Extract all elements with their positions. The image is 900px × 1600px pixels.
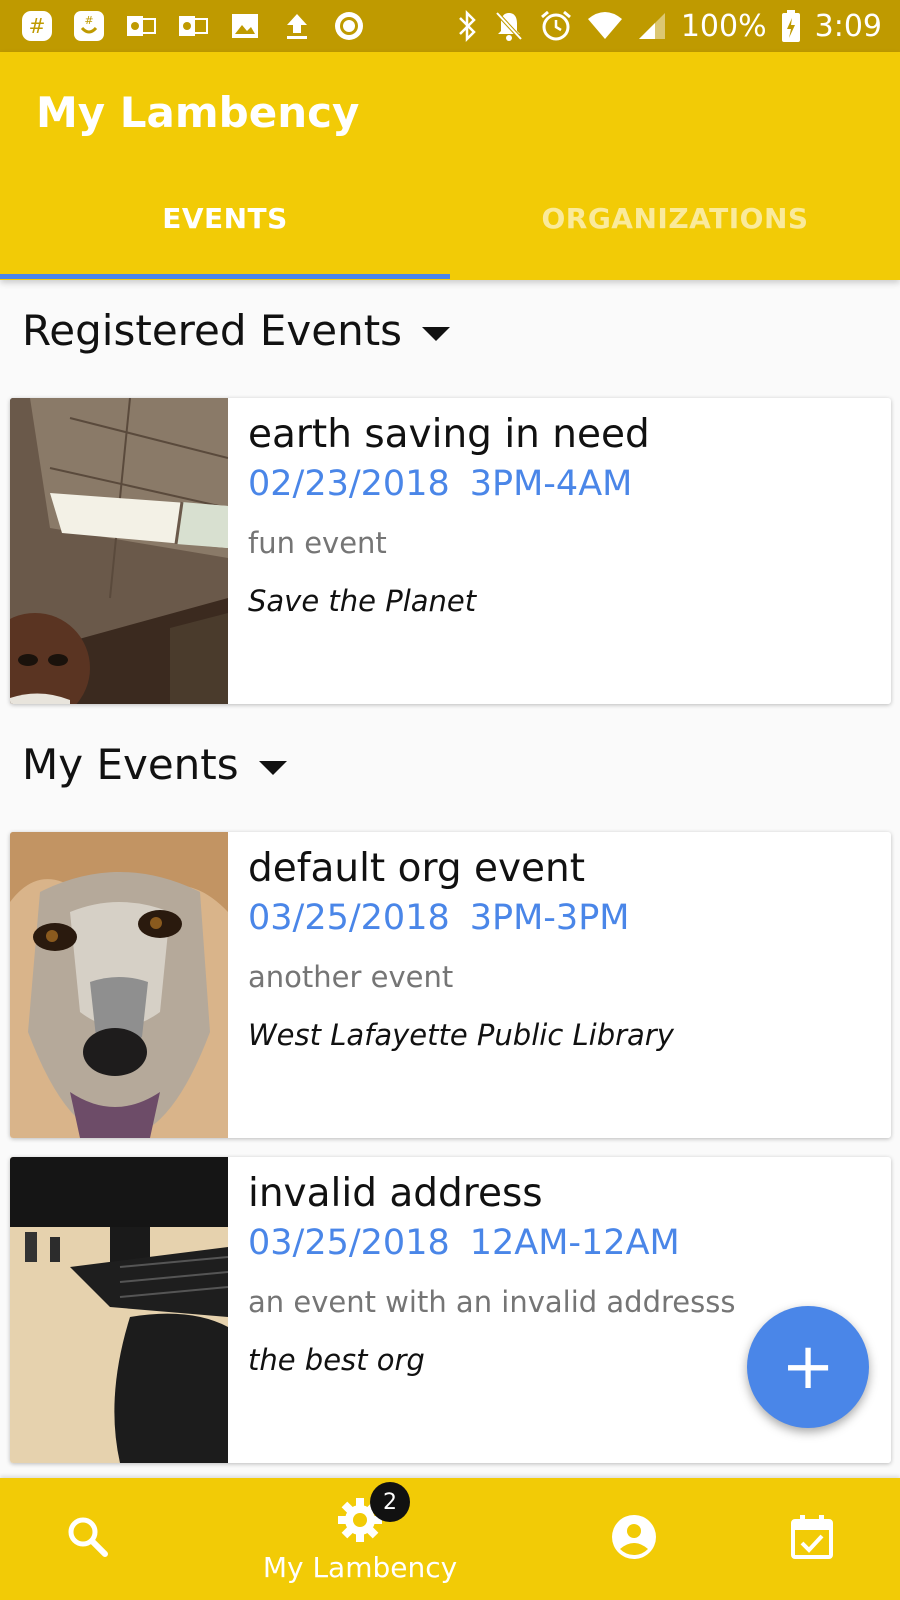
event-datetime: 03/25/2018 12AM-12AM	[248, 1219, 871, 1267]
account-circle-icon	[610, 1513, 658, 1565]
event-card[interactable]: earth saving in need 02/23/2018 3PM-4AM f…	[10, 398, 891, 704]
event-organization: Save the Planet	[248, 584, 477, 618]
registered-events-header[interactable]: Registered Events	[22, 306, 451, 355]
notification-icons: # #	[20, 9, 366, 43]
event-date: 03/25/2018	[248, 1223, 450, 1263]
notifications-off-icon	[493, 9, 525, 43]
event-description: another event	[248, 960, 454, 994]
search-icon	[65, 1514, 111, 1564]
event-datetime: 03/25/2018 3PM-3PM	[248, 894, 871, 942]
section-title: My Events	[22, 740, 239, 789]
image-icon	[228, 9, 262, 43]
bottom-navigation: My Lambency 2	[0, 1478, 900, 1600]
event-organization: West Lafayette Public Library	[248, 1018, 674, 1052]
my-events-header[interactable]: My Events	[22, 740, 287, 789]
svg-text:#: #	[29, 14, 46, 38]
svg-text:#: #	[84, 14, 93, 27]
tab-indicator	[0, 274, 450, 279]
event-datetime: 02/23/2018 3PM-4AM	[248, 460, 871, 508]
battery-charging-icon	[781, 9, 801, 43]
nav-label: My Lambency	[262, 1550, 458, 1584]
nav-search[interactable]	[40, 1478, 136, 1600]
system-status: 100% 3:09	[455, 0, 882, 52]
alarm-icon	[539, 9, 573, 43]
add-event-button[interactable]: +	[747, 1306, 869, 1428]
event-time: 3PM-3PM	[469, 898, 630, 938]
caret-down-icon	[422, 326, 451, 341]
outlook-icon	[124, 9, 158, 43]
event-image	[10, 832, 228, 1138]
calendar-check-icon	[790, 1514, 834, 1564]
app-bar: My Lambency EVENTS ORGANIZATIONS	[0, 52, 900, 280]
event-date: 03/25/2018	[248, 898, 450, 938]
event-name: invalid address	[248, 1171, 543, 1216]
battery-percent: 100%	[680, 8, 767, 44]
tab-events[interactable]: EVENTS	[0, 202, 450, 280]
event-time: 3PM-4AM	[469, 464, 633, 504]
section-title: Registered Events	[22, 306, 403, 355]
event-image	[10, 398, 228, 704]
event-date: 02/23/2018	[248, 464, 450, 504]
event-image	[10, 1157, 228, 1463]
event-card[interactable]: default org event 03/25/2018 3PM-3PM anot…	[10, 832, 891, 1138]
event-description: fun event	[248, 526, 387, 560]
bluetooth-icon	[455, 9, 479, 43]
wifi-icon	[587, 11, 623, 41]
event-name: default org event	[248, 846, 586, 891]
caret-down-icon	[258, 760, 287, 775]
nav-profile[interactable]	[586, 1478, 682, 1600]
signal-icon	[637, 11, 667, 41]
outlook-icon	[176, 9, 210, 43]
plus-icon: +	[781, 1330, 835, 1404]
record-icon	[332, 9, 366, 43]
event-name: earth saving in need	[248, 412, 650, 457]
clock: 3:09	[814, 8, 882, 44]
slack-icon: #	[20, 9, 54, 43]
event-details: earth saving in need 02/23/2018 3PM-4AM f…	[248, 410, 871, 620]
event-time: 12AM-12AM	[469, 1223, 680, 1263]
notification-badge: 2	[370, 1482, 410, 1522]
app-title: My Lambency	[36, 88, 360, 137]
status-bar: # # 100% 3:09	[0, 0, 900, 52]
event-details: default org event 03/25/2018 3PM-3PM anot…	[248, 844, 871, 1054]
event-card[interactable]: invalid address 03/25/2018 12AM-12AM an e…	[10, 1157, 891, 1463]
nav-calendar[interactable]	[764, 1478, 860, 1600]
upload-icon	[280, 9, 314, 43]
nav-my-lambency[interactable]: My Lambency	[250, 1478, 470, 1600]
tab-organizations[interactable]: ORGANIZATIONS	[450, 202, 900, 280]
groupme-icon: #	[72, 9, 106, 43]
